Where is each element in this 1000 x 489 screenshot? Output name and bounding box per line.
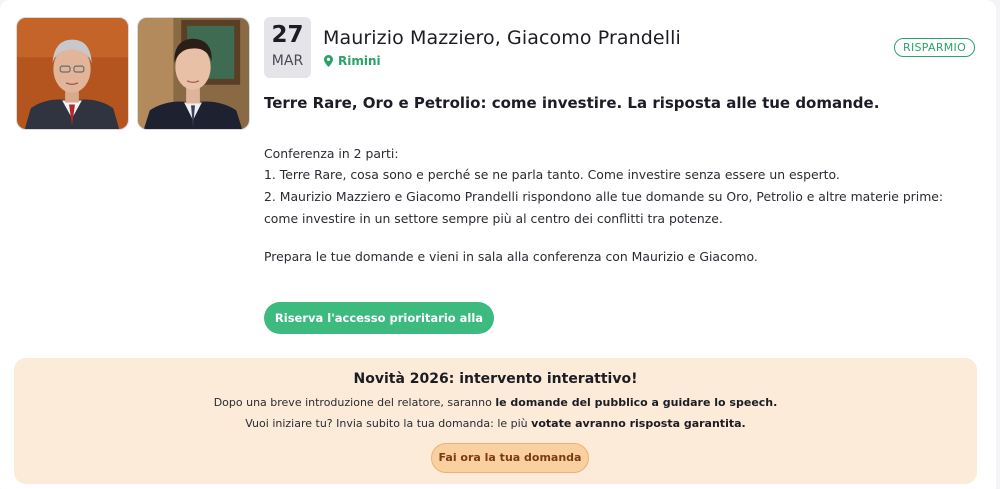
promo-line-1-highlight: le domande del pubblico a guidare lo spe… [495, 396, 778, 409]
event-month: MAR [271, 53, 304, 69]
reserve-priority-access-button[interactable]: Riserva l'accesso prioritario alla sala [264, 302, 494, 357]
event-date: 27 MAR [264, 17, 311, 78]
event-day: 27 [271, 22, 304, 48]
promo-line-1: Dopo una breve introduzione del relatore… [14, 396, 977, 409]
description-line: Prepara le tue domande e vieni in sala a… [264, 249, 758, 264]
ask-question-button[interactable]: Fai ora la tua domanda [431, 443, 589, 473]
promo-banner: Novità 2026: intervento interattivo! Dop… [14, 358, 977, 484]
speaker-names: Maurizio Mazziero, Giacomo Prandelli [323, 27, 681, 49]
description-line: Conferenza in 2 parti: [264, 146, 399, 161]
description-line: come investire in un settore sempre più … [264, 211, 723, 226]
location-label: Rimini [338, 54, 381, 68]
speaker-portrait-1 [17, 18, 128, 129]
description-line: 1. Terre Rare, cosa sono e perché se ne … [264, 167, 840, 182]
description-line: 2. Maurizio Mazziero e Giacomo Prandelli… [264, 189, 944, 204]
promo-line-2-highlight: votate avranno risposta garantita. [531, 417, 746, 430]
promo-line-2: Vuoi iniziare tu? Invia subito la tua do… [14, 417, 977, 430]
speaker-portrait-2 [138, 18, 249, 129]
promo-line-1-text: Dopo una breve introduzione del relatore… [213, 396, 496, 409]
speaker-photo-prandelli [137, 17, 250, 130]
promo-title: Novità 2026: intervento interattivo! [353, 371, 638, 387]
map-pin-icon [324, 55, 333, 67]
event-card: 27 MAR Maurizio Mazziero, Giacomo Prande… [0, 0, 996, 489]
promo-line-2-text: Vuoi iniziare tu? Invia subito la tua do… [245, 417, 532, 430]
category-badge[interactable]: RISPARMIO [894, 38, 976, 57]
event-location[interactable]: Rimini [324, 54, 381, 68]
speaker-photo-mazziero [16, 17, 129, 130]
event-headline: Terre Rare, Oro e Petrolio: come investi… [264, 94, 880, 112]
